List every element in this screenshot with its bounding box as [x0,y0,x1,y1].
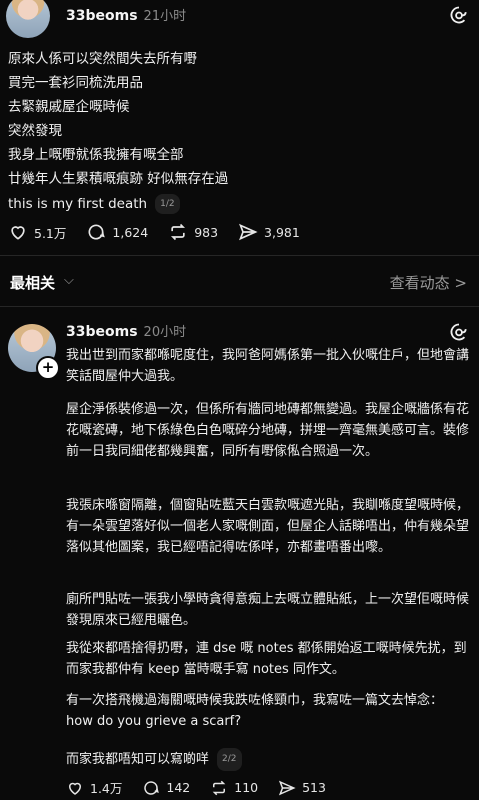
post-line: 原來人係可以突然間失去所有嘢 [8,51,197,67]
chevron-down-icon[interactable]: ⌵ [64,273,74,288]
reply-paragraph: 我出世到而家都喺呢度住，我阿爸阿媽係第一批入伙嘅住戶，但地會講笑話間屋仲大過我。 [66,348,470,384]
post-line: 廿幾年人生累積嘅痕跡 好似無存在過 [8,171,229,187]
reply-paragraph: 有一次搭飛機過海關嘅時候我跌咗條頸巾，我寫咗一篇文去悼念：how do you … [66,693,444,729]
comment-icon [144,780,160,795]
post-line: this is my first death 1/2 [8,194,180,214]
post-author[interactable]: 33beoms 21小时 [66,5,186,24]
main-post: 33beoms 21小时 原來人係可以突然間失去所有嘢 買完一套衫同梳洗用品 去緊… [0,0,479,250]
repost-button[interactable]: 110 [210,779,258,797]
comment-button[interactable]: 142 [142,779,190,797]
reply-actions: 1.4万 142 110 513 [66,778,346,797]
avatar[interactable] [6,0,50,38]
comment-count: 142 [166,780,191,795]
heart-icon [68,782,82,795]
repost-icon [171,223,186,241]
share-count: 513 [302,780,326,795]
reply-paragraph: 我張床喺窗隔離，個窗貼咗藍天白雲款嘅遮光貼，我瞓喺度望嘅時候，有一朵雲望落好似一… [66,498,470,555]
follow-plus-icon[interactable]: + [36,356,60,380]
reply-time: 20小时 [143,325,187,340]
share-button[interactable]: 513 [278,779,326,797]
like-count: 5.1万 [34,225,67,241]
post-line: 突然發現 [8,123,62,139]
reply-paragraph: 屋企淨係裝修過一次，但係所有牆同地磚都無變過。我屋企嘅牆係有花花嘅瓷磚，地下係綠… [66,402,470,459]
reply-paragraph: 廁所門貼咗一張我小學時貪得意痴上去嘅立體貼紙，上一次望佢嘅時候發現原來已經甩曬色… [66,592,470,628]
like-count: 1.4万 [90,781,123,796]
reply-paragraph: 我從來都唔捨得扔嘢，連 dse 嘅 notes 都係開始返工嘅時候先扰，到而家我… [66,641,467,677]
threads-icon[interactable] [449,5,469,25]
reply-paragraph: 而家我都唔知可以寫啲咩 2/2 [66,748,469,771]
share-count: 3,981 [264,224,300,240]
sort-dropdown[interactable]: 最相关 [10,272,55,293]
like-button[interactable]: 1.4万 [66,778,122,797]
reply-text: 而家我都唔知可以寫啲咩 [66,752,210,767]
like-button[interactable]: 5.1万 [8,222,66,242]
threads-icon[interactable] [449,322,469,342]
send-icon [239,223,258,241]
page-indicator: 1/2 [155,194,180,214]
send-icon [279,780,296,795]
reply-author[interactable]: 33beoms 20小时 [66,321,186,340]
share-button[interactable]: 3,981 [238,222,300,242]
comment-button[interactable]: 1,624 [86,222,148,242]
repost-icon [212,780,226,795]
sort-bar: 最相关 ⌵ 查看动态 > [0,268,479,298]
username-text[interactable]: 33beoms [66,8,138,24]
view-activity-link[interactable]: 查看动态 > [390,272,467,293]
page-indicator: 2/2 [217,748,242,771]
post-line: 買完一套衫同梳洗用品 [8,75,143,91]
post-actions: 5.1万 1,624 983 3,981 [8,222,320,242]
repost-count: 110 [234,780,259,795]
username-text[interactable]: 33beoms [66,324,138,340]
divider [0,255,479,256]
repost-count: 983 [194,224,219,240]
comment-count: 1,624 [112,224,149,240]
post-line: 我身上嘅嘢就係我擁有嘅全部 [8,147,184,163]
heart-icon [11,226,25,240]
divider [0,306,479,307]
repost-button[interactable]: 983 [168,222,218,242]
reply-post: + 33beoms 20小时 我出世到而家都喺呢度住，我阿爸阿媽係第一批入伙嘅住戶… [0,318,479,800]
post-line-text: this is my first death [8,196,148,212]
post-line: 去緊親戚屋企嘅時候 [8,99,130,115]
comment-icon [88,224,106,240]
post-time: 21小时 [143,9,187,24]
